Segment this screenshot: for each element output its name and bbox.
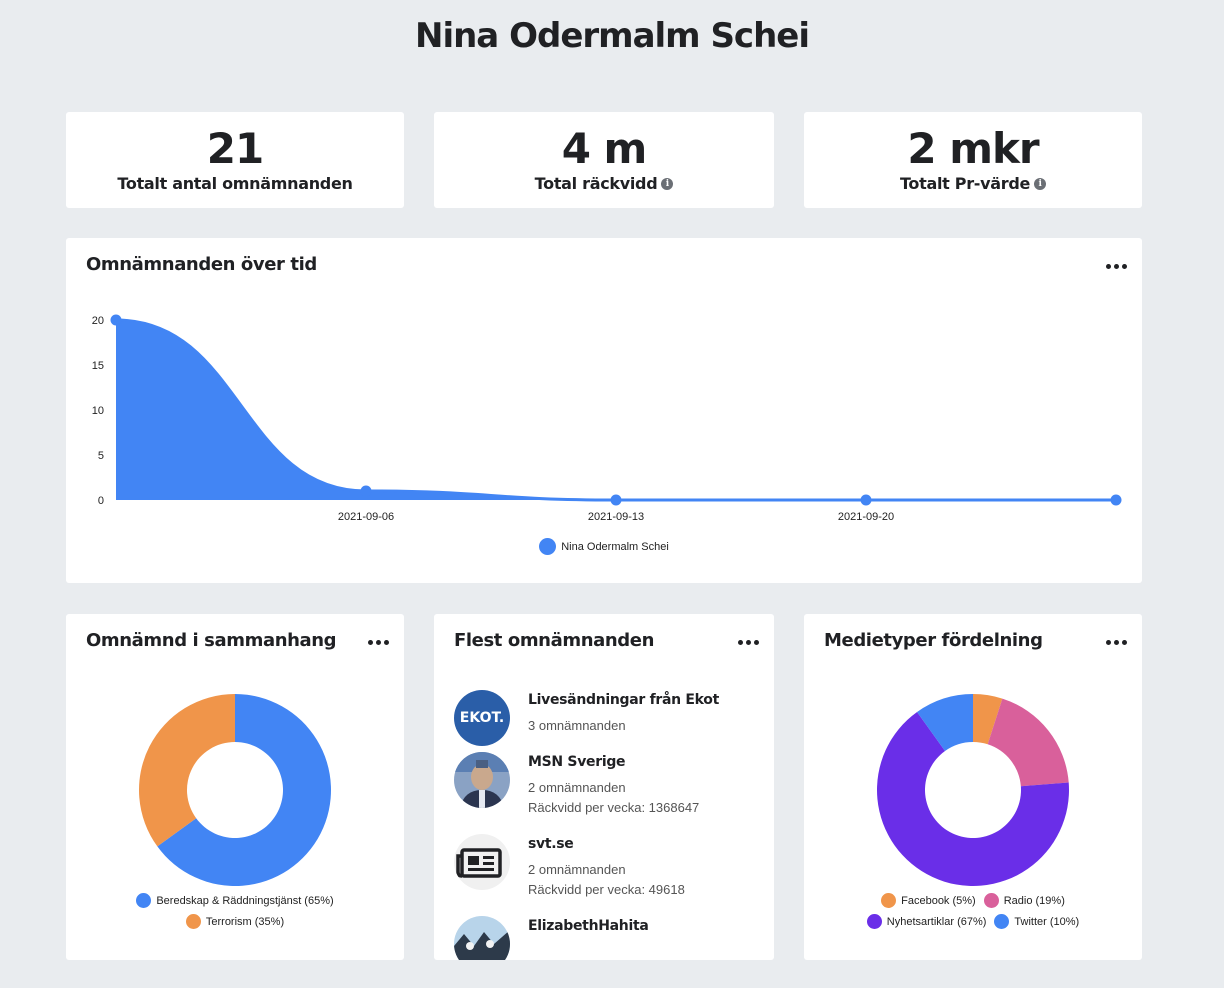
chart-legend: Beredskap & Räddningstjänst (65%) Terror… [66, 893, 404, 929]
page-title: Nina Odermalm Schei [414, 16, 810, 56]
ekot-logo: EKOT. [454, 690, 510, 746]
newspaper-icon [454, 834, 510, 890]
media-donut-chart [877, 694, 1069, 886]
media-types-card: Medietyper fördelning Facebook (5%) Radi… [804, 614, 1142, 960]
legend-dot [539, 538, 557, 555]
mentions-over-time-card: Omnämnanden över tid 0 5 10 15 20 2021-09-06 2… [66, 238, 1142, 583]
kpi-label: Totalt Pr-värde i [899, 174, 1047, 194]
chart-legend: Facebook (5%) Radio (19%) Nyhetsartiklar… [804, 893, 1142, 929]
kpi-label: Totalt antal omnämnanden [117, 174, 353, 194]
x-tick-label: 2021-09-13 [588, 511, 644, 523]
y-tick-label: 5 [98, 450, 104, 462]
source-item[interactable]: svt.se 2 omnämnanden Räckvidd per vecka:… [454, 834, 764, 904]
legend-label: Twitter (10%) [1014, 915, 1080, 928]
more-horizontal-icon[interactable] [736, 634, 760, 650]
context-card: Omnämnd i sammanhang Beredskap & Räddnin… [66, 614, 404, 960]
source-name: svt.se [528, 836, 574, 852]
data-point [360, 485, 372, 497]
kpi-card-mentions: 21 Totalt antal omnämnanden [66, 112, 404, 208]
donut-slice [987, 698, 1069, 787]
legend-dot [983, 893, 999, 908]
legend-dot [866, 914, 882, 929]
data-point [110, 314, 122, 326]
info-icon[interactable]: i [1034, 178, 1047, 190]
x-tick-label: 2021-09-06 [338, 511, 394, 523]
source-mentions: 2 omnämnanden [528, 862, 626, 877]
x-tick-label: 2021-09-20 [838, 511, 894, 523]
legend-dot [185, 914, 201, 929]
kpi-card-pr-value: 2 mkr Totalt Pr-värde i [804, 112, 1142, 208]
more-horizontal-icon[interactable] [1104, 634, 1128, 650]
source-item[interactable]: ElizabethHahita [454, 916, 764, 960]
more-horizontal-icon[interactable] [1104, 258, 1128, 274]
kpi-value: 2 mkr [907, 124, 1039, 173]
card-title: Flest omnämnanden [454, 630, 654, 651]
chart-legend: Nina Odermalm Schei [66, 538, 1142, 555]
source-item[interactable]: MSN Sverige 2 omnämnanden Räckvidd per v… [454, 752, 764, 822]
source-reach: Räckvidd per vecka: 1368647 [528, 800, 700, 815]
legend-dot [994, 914, 1010, 929]
y-tick-label: 20 [92, 315, 104, 327]
legend-item[interactable]: Nina Odermalm Schei [539, 538, 669, 555]
more-horizontal-icon[interactable] [366, 634, 390, 650]
data-point [1110, 494, 1122, 506]
legend-label: Beredskap & Räddningstjänst (65%) [156, 894, 334, 907]
legend-item[interactable]: Twitter (10%) [994, 914, 1079, 929]
legend-dot [136, 893, 152, 908]
source-mentions: 3 omnämnanden [528, 718, 626, 733]
info-icon[interactable]: i [661, 178, 674, 190]
legend-label: Terrorism (35%) [205, 915, 285, 928]
source-reach: Räckvidd per vecka: 49618 [528, 882, 685, 897]
kpi-label: Total räckvidd i [535, 174, 674, 194]
legend-dot [881, 893, 897, 908]
kpi-value: 4 m [561, 124, 648, 173]
context-donut-chart [138, 694, 331, 886]
avatar [454, 916, 510, 960]
kpi-label-text: Total räckvidd [534, 174, 658, 193]
y-tick-label: 10 [92, 405, 104, 417]
kpi-value: 21 [206, 124, 264, 173]
top-sources-card: Flest omnämnanden EKOT. Livesändningar f… [434, 614, 774, 960]
legend-item[interactable]: Beredskap & Räddningstjänst (65%) [136, 893, 334, 908]
source-item[interactable]: EKOT. Livesändningar från Ekot 3 omnämna… [454, 690, 764, 760]
source-name: Livesändningar från Ekot [528, 692, 719, 708]
kpi-label-text: Totalt Pr-värde [899, 174, 1031, 193]
y-tick-label: 15 [92, 360, 104, 372]
legend-label: Facebook (5%) [901, 894, 976, 907]
legend-label: Nina Odermalm Schei [561, 540, 669, 553]
legend-item[interactable]: Terrorism (35%) [185, 914, 285, 929]
y-tick-label: 0 [98, 495, 104, 507]
legend-item[interactable]: Facebook (5%) [881, 893, 976, 908]
source-name: MSN Sverige [528, 754, 626, 770]
series-area [116, 320, 1116, 500]
kpi-label-text: Totalt antal omnämnanden [117, 174, 353, 193]
source-name: ElizabethHahita [528, 918, 649, 934]
legend-item[interactable]: Nyhetsartiklar (67%) [866, 914, 987, 929]
data-point [610, 494, 622, 506]
kpi-card-reach: 4 m Total räckvidd i [434, 112, 774, 208]
source-mentions: 2 omnämnanden [528, 780, 626, 795]
card-title: Omnämnanden över tid [86, 254, 317, 275]
legend-item[interactable]: Radio (19%) [983, 893, 1065, 908]
donut-slice [138, 694, 235, 847]
legend-label: Radio (19%) [1003, 894, 1065, 907]
legend-label: Nyhetsartiklar (67%) [886, 915, 987, 928]
card-title: Medietyper fördelning [824, 630, 1043, 651]
data-point [860, 494, 872, 506]
timeline-chart: 0 5 10 15 20 2021-09-06 2021-09-13 2021-09-20 [92, 314, 1122, 523]
avatar [454, 752, 510, 808]
card-title: Omnämnd i sammanhang [86, 630, 337, 651]
